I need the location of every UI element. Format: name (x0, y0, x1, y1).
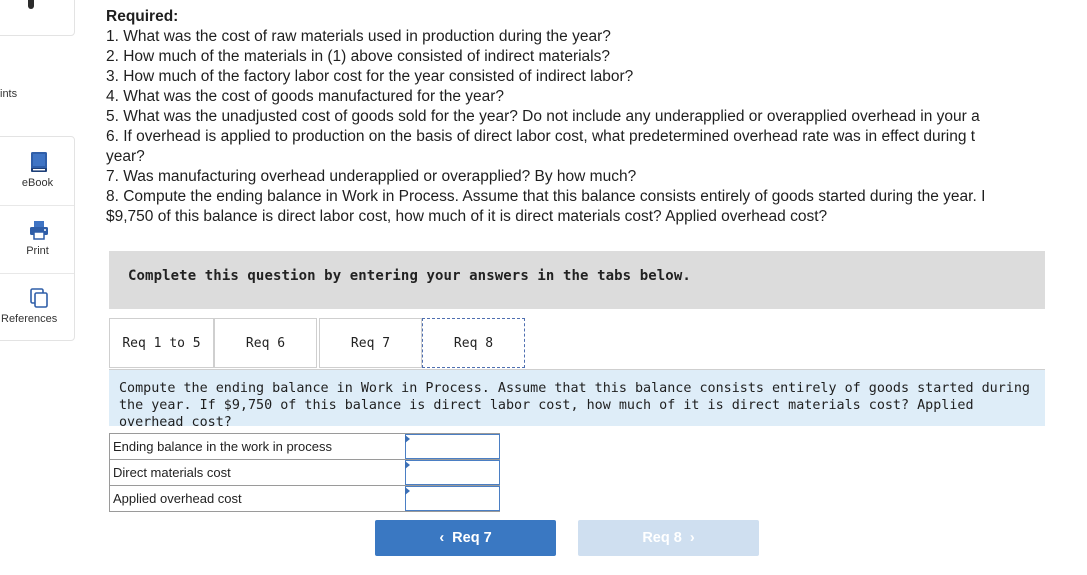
copy-pages-icon (30, 288, 48, 308)
tab-req-1-to-5[interactable]: Req 1 to 5 (109, 318, 214, 368)
direct-materials-input[interactable] (405, 460, 500, 485)
question-text: Required: 1. What was the cost of raw ma… (106, 7, 1087, 227)
question-line: 3. How much of the factory labor cost fo… (106, 68, 634, 85)
book-icon (31, 152, 47, 172)
rail-item-print[interactable]: Print (0, 205, 74, 274)
tab-req-8[interactable]: Req 8 (422, 318, 525, 368)
tab-req-6[interactable]: Req 6 (214, 318, 317, 368)
answer-label: Applied overhead cost (109, 486, 405, 511)
question-line: 6. If overhead is applied to production … (106, 128, 976, 145)
applied-overhead-input[interactable] (405, 486, 500, 511)
answer-row-applied-overhead: Applied overhead cost (109, 486, 500, 512)
required-heading: Required: (106, 8, 179, 25)
next-req-button[interactable]: Req 8 › (578, 520, 759, 556)
rail-handle-icon (28, 0, 34, 9)
question-line: 4. What was the cost of goods manufactur… (106, 88, 505, 105)
rail-top-card[interactable] (0, 0, 75, 36)
next-button-label: Req 8 (642, 530, 682, 546)
input-marker-icon (405, 461, 410, 469)
banner-text: Complete this question by entering your … (128, 268, 691, 284)
prev-req-button[interactable]: ‹ Req 7 (375, 520, 556, 556)
instruction-text: Compute the ending balance in Work in Pr… (119, 381, 1030, 430)
printer-icon (30, 221, 48, 240)
rail-item-ebook[interactable]: eBook (0, 137, 74, 206)
question-line: 2. How much of the materials in (1) abov… (106, 48, 610, 65)
rail-item-label: eBook (21, 177, 54, 189)
input-marker-icon (405, 435, 410, 443)
answer-row-ending-balance: Ending balance in the work in process (109, 433, 500, 460)
chevron-left-icon: ‹ (439, 530, 445, 546)
rail-item-label: Print (26, 245, 49, 257)
question-line: 1. What was the cost of raw materials us… (106, 28, 611, 45)
question-line: 7. Was manufacturing overhead underappli… (106, 168, 637, 185)
prev-button-label: Req 7 (452, 530, 492, 546)
input-marker-icon (405, 487, 410, 495)
tab-req-7[interactable]: Req 7 (319, 318, 422, 368)
left-rail: ints eBook Print References (0, 0, 75, 575)
instructions-banner: Complete this question by entering your … (109, 251, 1045, 309)
rail-tools: eBook Print References (0, 136, 75, 341)
rail-item-references[interactable]: References (0, 273, 74, 341)
ending-balance-input[interactable] (405, 434, 500, 459)
answer-label: Ending balance in the work in process (109, 434, 405, 459)
question-line: $9,750 of this balance is direct labor c… (106, 208, 828, 225)
question-line: year? (106, 148, 145, 165)
answer-table: Ending balance in the work in process Di… (109, 433, 500, 512)
question-line: 8. Compute the ending balance in Work in… (106, 188, 986, 205)
rail-item-label: References (1, 313, 58, 325)
chevron-right-icon: › (689, 530, 695, 546)
question-line: 5. What was the unadjusted cost of goods… (106, 108, 980, 125)
tab-instruction: Compute the ending balance in Work in Pr… (109, 370, 1045, 430)
rail-hints-label[interactable]: ints (0, 88, 17, 100)
answer-row-direct-materials: Direct materials cost (109, 460, 500, 486)
answer-label: Direct materials cost (109, 460, 405, 485)
